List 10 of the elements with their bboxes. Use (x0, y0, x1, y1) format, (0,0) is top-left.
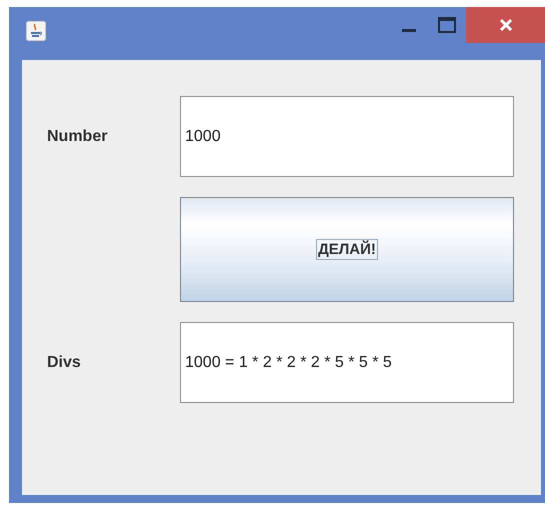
close-icon (498, 18, 512, 32)
maximize-icon (438, 17, 456, 33)
number-field[interactable]: 1000 (180, 96, 514, 177)
number-label: Number (46, 128, 108, 146)
divs-label: Divs (46, 354, 82, 372)
action-button[interactable]: ДЕЛАЙ! (180, 197, 514, 302)
close-button[interactable] (466, 7, 545, 43)
minimize-icon (402, 28, 416, 32)
divs-field[interactable]: 1000 = 1 * 2 * 2 * 2 * 5 * 5 * 5 (180, 322, 514, 403)
cup-icon (26, 21, 46, 41)
